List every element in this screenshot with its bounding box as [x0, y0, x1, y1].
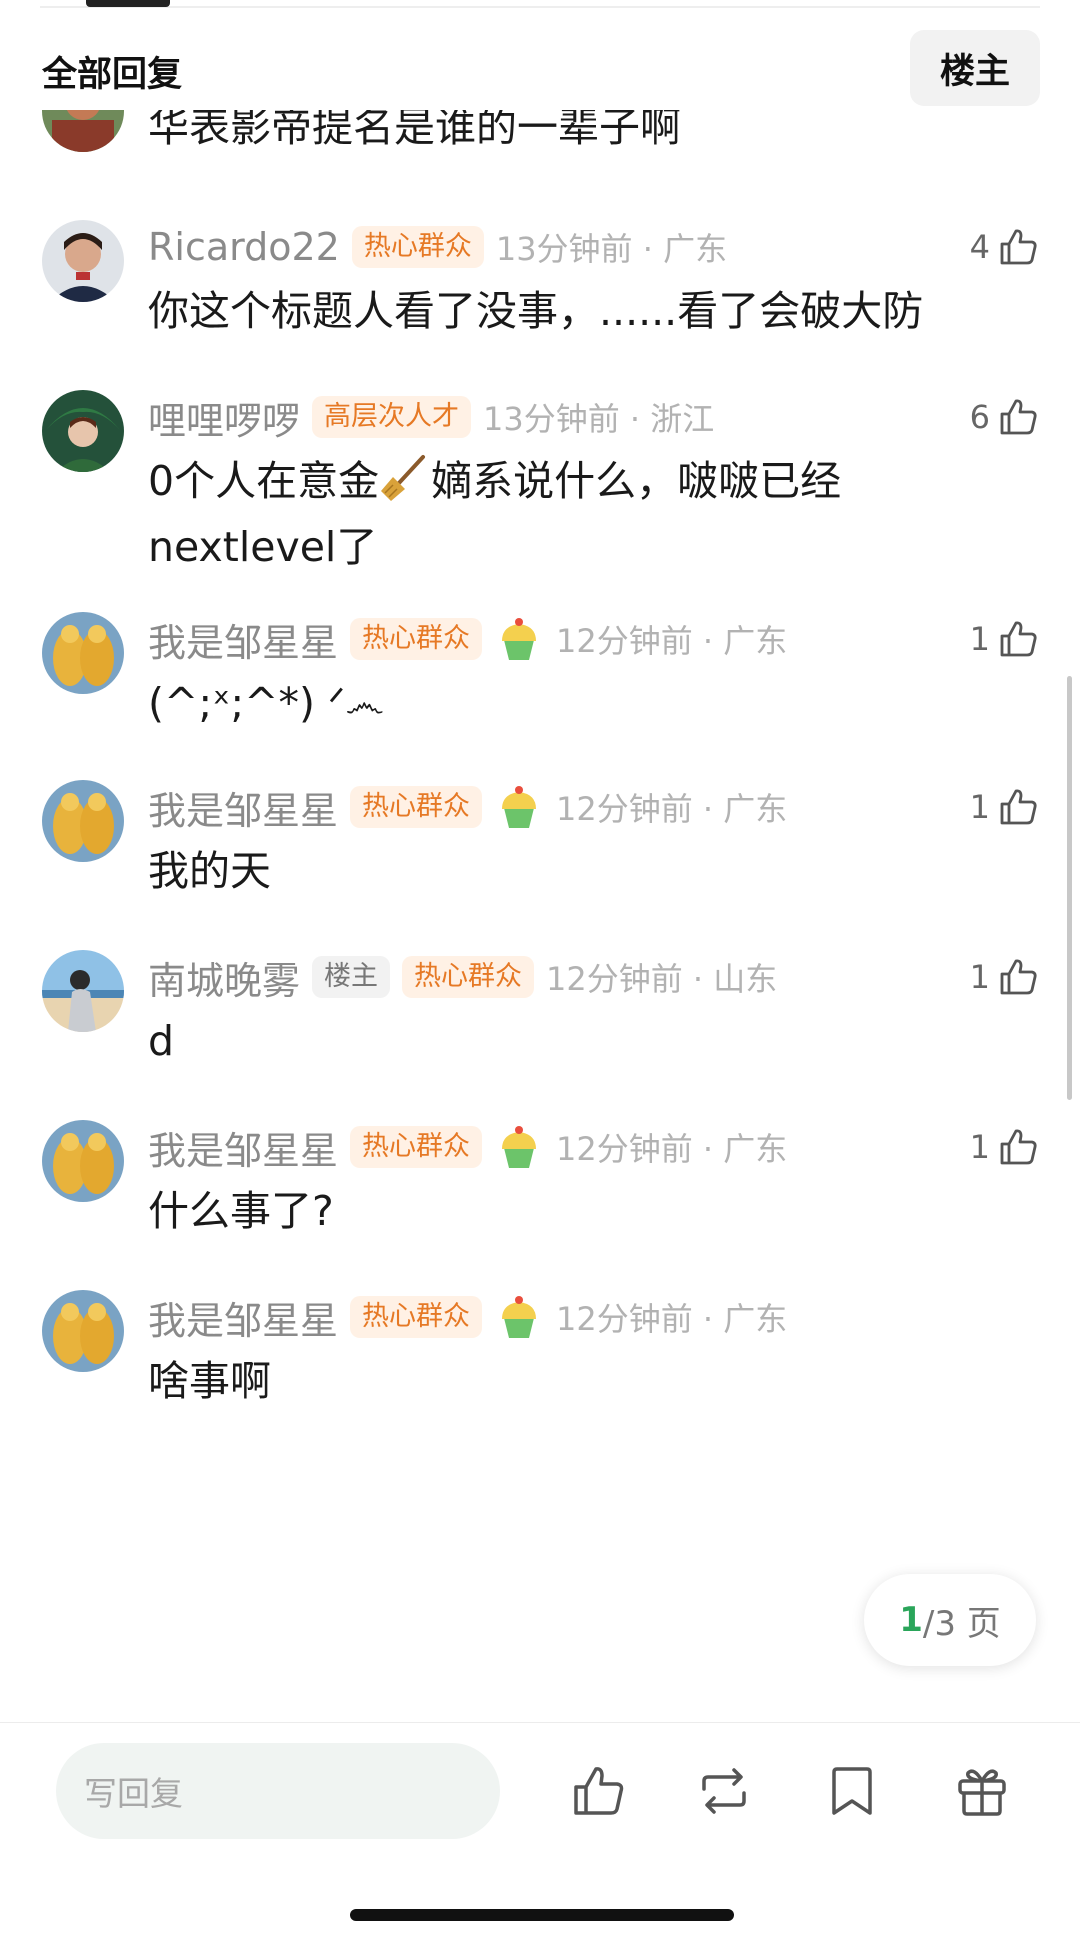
user-badge: 热心群众	[350, 786, 483, 828]
like-count: 1	[969, 788, 990, 826]
repost-button[interactable]	[694, 1761, 754, 1821]
bookmark-button[interactable]	[822, 1761, 882, 1821]
comment-text: 0个人在意金 嫡系说什么，啵啵已经nextlevel了	[148, 448, 1028, 580]
comment-meta: 我是邹星星 热心群众 12分钟前 · 广东	[148, 612, 787, 666]
avatar[interactable]	[42, 612, 124, 694]
comment-meta: 南城晚雾 楼主 热心群众 12分钟前 · 山东	[148, 950, 777, 1004]
comment-time: 12分钟前 · 广东	[556, 1300, 788, 1338]
like-count: 1	[969, 620, 990, 658]
comment-text: 你这个标题人看了没事，......看了会破大防	[148, 287, 924, 335]
user-badge: 热心群众	[350, 1296, 483, 1338]
op-only-filter-button[interactable]: 楼主	[910, 30, 1040, 106]
home-indicator	[350, 1909, 734, 1921]
bottom-action-bar: 写回复	[0, 1722, 1080, 1952]
comment-meta: 哩哩啰啰 高层次人才 13分钟前 · 浙江	[148, 390, 714, 444]
comment-time: 13分钟前 · 浙江	[483, 400, 715, 438]
comment-time: 12分钟前 · 广东	[556, 622, 788, 660]
gift-button[interactable]	[952, 1761, 1012, 1821]
thumbs-up-icon	[996, 955, 1040, 999]
gift-icon	[952, 1761, 1012, 1821]
username[interactable]: 我是邹星星	[148, 780, 338, 835]
like-count: 6	[969, 398, 990, 436]
avatar[interactable]	[42, 220, 124, 302]
like-button[interactable]: 1	[970, 1120, 1040, 1174]
like-count: 1	[969, 958, 990, 996]
comment-meta: Ricardo22 热心群众 13分钟前 · 广东	[148, 220, 727, 274]
comment-time: 12分钟前 · 山东	[546, 960, 778, 998]
like-count: 4	[969, 228, 990, 266]
repost-icon	[694, 1761, 754, 1821]
cupcake-icon	[494, 614, 544, 664]
op-badge: 楼主	[312, 956, 391, 998]
like-post-button[interactable]	[568, 1761, 628, 1821]
comment-time: 12分钟前 · 广东	[556, 1130, 788, 1168]
page-indicator[interactable]: 1 /3 页	[864, 1574, 1036, 1666]
comment-text: 我的天	[148, 847, 271, 895]
comment-text: 什么事了?	[148, 1187, 334, 1235]
broom-icon	[379, 451, 431, 503]
like-button[interactable]: 1	[970, 780, 1040, 834]
like-button[interactable]: 6	[970, 390, 1040, 444]
cupcake-icon	[494, 782, 544, 832]
user-badge: 热心群众	[402, 956, 535, 998]
avatar[interactable]	[42, 780, 124, 862]
top-divider	[40, 6, 1040, 8]
comment-text: 啥事啊	[148, 1357, 271, 1405]
cupcake-icon	[494, 1292, 544, 1342]
username[interactable]: Ricardo22	[148, 225, 340, 269]
comment-meta: 我是邹星星 热心群众 12分钟前 · 广东	[148, 1290, 787, 1344]
comment-time: 13分钟前 · 广东	[495, 230, 728, 268]
thumbs-up-icon	[996, 1125, 1040, 1169]
like-button[interactable]: 1	[970, 612, 1040, 666]
thumbs-up-icon	[996, 785, 1040, 829]
avatar[interactable]	[42, 390, 124, 472]
username[interactable]: 南城晚雾	[148, 950, 300, 1005]
avatar[interactable]	[42, 1120, 124, 1202]
comment-time: 12分钟前 · 广东	[556, 790, 788, 828]
thumbs-up-icon	[996, 225, 1040, 269]
username[interactable]: 哩哩啰啰	[148, 390, 300, 445]
bookmark-icon	[822, 1761, 882, 1821]
tab-indicator	[86, 0, 170, 7]
comment-text: d	[148, 1017, 175, 1065]
scrollbar[interactable]	[1067, 676, 1072, 1100]
comment-meta: 我是邹星星 热心群众 12分钟前 · 广东	[148, 780, 787, 834]
user-badge: 热心群众	[350, 618, 483, 660]
comment-text: (^;ˣ;^*) ᐟ෴	[148, 679, 385, 727]
thumbs-up-icon	[996, 617, 1040, 661]
comment-meta: 我是邹星星 热心群众 12分钟前 · 广东	[148, 1120, 787, 1174]
comment-list[interactable]: 华表影帝提名是谁的一辈子啊 Ricardo22 热心群众 13分钟前 · 广东 …	[0, 110, 1080, 1722]
replies-header: 全部回复 楼主	[0, 26, 1080, 110]
total-pages: /3 页	[922, 1603, 1001, 1644]
cupcake-icon	[494, 1122, 544, 1172]
reply-input[interactable]: 写回复	[56, 1743, 500, 1839]
all-replies-title: 全部回复	[42, 55, 183, 95]
user-badge: 高层次人才	[312, 396, 472, 438]
like-button[interactable]: 1	[970, 950, 1040, 1004]
like-button[interactable]: 4	[970, 220, 1040, 274]
comment-text: 华表影帝提名是谁的一辈子啊	[148, 110, 681, 151]
avatar[interactable]	[42, 950, 124, 1032]
current-page: 1	[899, 1600, 923, 1640]
thumbs-up-icon	[996, 395, 1040, 439]
thumbs-up-icon	[568, 1761, 628, 1821]
avatar[interactable]	[42, 110, 124, 152]
like-count: 1	[969, 1128, 990, 1166]
username[interactable]: 我是邹星星	[148, 1120, 338, 1175]
user-badge: 热心群众	[350, 1126, 483, 1168]
username[interactable]: 我是邹星星	[148, 1290, 338, 1345]
username[interactable]: 我是邹星星	[148, 612, 338, 667]
avatar[interactable]	[42, 1290, 124, 1372]
user-badge: 热心群众	[351, 226, 484, 268]
